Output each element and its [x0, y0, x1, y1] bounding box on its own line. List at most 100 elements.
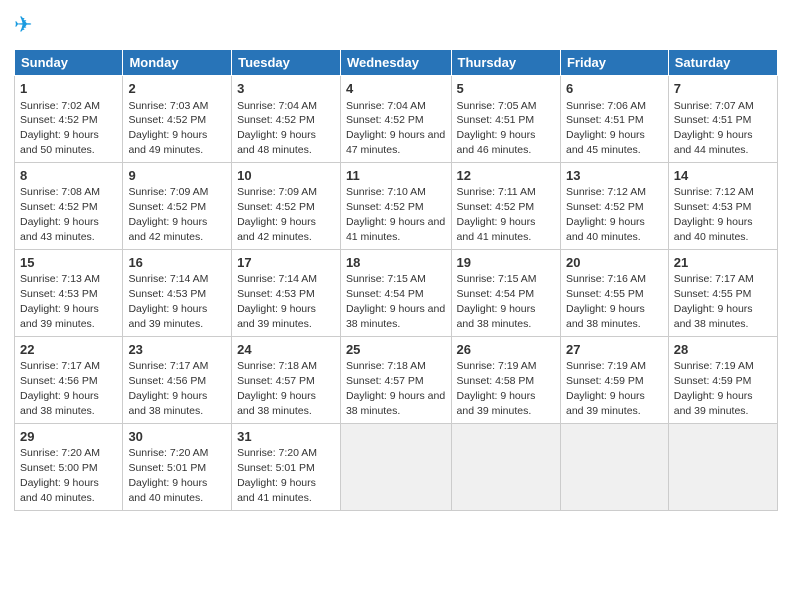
day-number: 9 — [128, 167, 226, 185]
calendar-cell: 29 Sunrise: 7:20 AMSunset: 5:00 PMDaylig… — [15, 423, 123, 510]
day-info: Sunrise: 7:14 AMSunset: 4:53 PMDaylight:… — [128, 273, 208, 330]
calendar-cell: 15 Sunrise: 7:13 AMSunset: 4:53 PMDaylig… — [15, 249, 123, 336]
day-info: Sunrise: 7:17 AMSunset: 4:56 PMDaylight:… — [128, 360, 208, 417]
day-number: 6 — [566, 80, 663, 98]
day-info: Sunrise: 7:19 AMSunset: 4:59 PMDaylight:… — [674, 360, 754, 417]
calendar-day-header: Sunday — [15, 50, 123, 76]
day-info: Sunrise: 7:13 AMSunset: 4:53 PMDaylight:… — [20, 273, 100, 330]
calendar-cell: 18 Sunrise: 7:15 AMSunset: 4:54 PMDaylig… — [340, 249, 451, 336]
day-number: 23 — [128, 341, 226, 359]
day-number: 1 — [20, 80, 117, 98]
day-number: 24 — [237, 341, 335, 359]
calendar-cell: 21 Sunrise: 7:17 AMSunset: 4:55 PMDaylig… — [668, 249, 777, 336]
day-info: Sunrise: 7:17 AMSunset: 4:55 PMDaylight:… — [674, 273, 754, 330]
day-info: Sunrise: 7:18 AMSunset: 4:57 PMDaylight:… — [237, 360, 317, 417]
calendar-cell: 25 Sunrise: 7:18 AMSunset: 4:57 PMDaylig… — [340, 336, 451, 423]
day-number: 18 — [346, 254, 446, 272]
calendar-cell — [560, 423, 668, 510]
calendar-cell: 19 Sunrise: 7:15 AMSunset: 4:54 PMDaylig… — [451, 249, 560, 336]
day-number: 13 — [566, 167, 663, 185]
calendar-cell: 3 Sunrise: 7:04 AMSunset: 4:52 PMDayligh… — [232, 76, 341, 163]
day-info: Sunrise: 7:19 AMSunset: 4:59 PMDaylight:… — [566, 360, 646, 417]
calendar-table: SundayMondayTuesdayWednesdayThursdayFrid… — [14, 49, 778, 511]
calendar-cell: 22 Sunrise: 7:17 AMSunset: 4:56 PMDaylig… — [15, 336, 123, 423]
calendar-cell — [451, 423, 560, 510]
day-info: Sunrise: 7:20 AMSunset: 5:01 PMDaylight:… — [128, 447, 208, 504]
calendar-cell: 20 Sunrise: 7:16 AMSunset: 4:55 PMDaylig… — [560, 249, 668, 336]
calendar-cell: 10 Sunrise: 7:09 AMSunset: 4:52 PMDaylig… — [232, 162, 341, 249]
calendar-day-header: Wednesday — [340, 50, 451, 76]
calendar-cell: 31 Sunrise: 7:20 AMSunset: 5:01 PMDaylig… — [232, 423, 341, 510]
calendar-cell: 27 Sunrise: 7:19 AMSunset: 4:59 PMDaylig… — [560, 336, 668, 423]
calendar-cell: 12 Sunrise: 7:11 AMSunset: 4:52 PMDaylig… — [451, 162, 560, 249]
day-info: Sunrise: 7:16 AMSunset: 4:55 PMDaylight:… — [566, 273, 646, 330]
day-info: Sunrise: 7:07 AMSunset: 4:51 PMDaylight:… — [674, 100, 754, 157]
calendar-cell: 8 Sunrise: 7:08 AMSunset: 4:52 PMDayligh… — [15, 162, 123, 249]
calendar-cell: 17 Sunrise: 7:14 AMSunset: 4:53 PMDaylig… — [232, 249, 341, 336]
calendar-cell: 6 Sunrise: 7:06 AMSunset: 4:51 PMDayligh… — [560, 76, 668, 163]
page-container: ✈ SundayMondayTuesdayWednesdayThursdayFr… — [0, 0, 792, 521]
day-number: 31 — [237, 428, 335, 446]
calendar-cell — [668, 423, 777, 510]
calendar-week-row: 29 Sunrise: 7:20 AMSunset: 5:00 PMDaylig… — [15, 423, 778, 510]
calendar-cell: 5 Sunrise: 7:05 AMSunset: 4:51 PMDayligh… — [451, 76, 560, 163]
day-number: 2 — [128, 80, 226, 98]
day-number: 22 — [20, 341, 117, 359]
calendar-cell: 7 Sunrise: 7:07 AMSunset: 4:51 PMDayligh… — [668, 76, 777, 163]
day-number: 27 — [566, 341, 663, 359]
day-info: Sunrise: 7:09 AMSunset: 4:52 PMDaylight:… — [237, 186, 317, 243]
calendar-day-header: Monday — [123, 50, 232, 76]
calendar-cell: 9 Sunrise: 7:09 AMSunset: 4:52 PMDayligh… — [123, 162, 232, 249]
day-info: Sunrise: 7:11 AMSunset: 4:52 PMDaylight:… — [457, 186, 536, 243]
day-info: Sunrise: 7:06 AMSunset: 4:51 PMDaylight:… — [566, 100, 646, 157]
calendar-day-header: Tuesday — [232, 50, 341, 76]
day-info: Sunrise: 7:20 AMSunset: 5:00 PMDaylight:… — [20, 447, 100, 504]
calendar-day-header: Thursday — [451, 50, 560, 76]
calendar-cell: 24 Sunrise: 7:18 AMSunset: 4:57 PMDaylig… — [232, 336, 341, 423]
day-number: 12 — [457, 167, 555, 185]
calendar-week-row: 22 Sunrise: 7:17 AMSunset: 4:56 PMDaylig… — [15, 336, 778, 423]
day-info: Sunrise: 7:04 AMSunset: 4:52 PMDaylight:… — [237, 100, 317, 157]
day-info: Sunrise: 7:12 AMSunset: 4:52 PMDaylight:… — [566, 186, 646, 243]
calendar-cell: 1 Sunrise: 7:02 AMSunset: 4:52 PMDayligh… — [15, 76, 123, 163]
day-info: Sunrise: 7:15 AMSunset: 4:54 PMDaylight:… — [346, 273, 445, 330]
day-info: Sunrise: 7:10 AMSunset: 4:52 PMDaylight:… — [346, 186, 445, 243]
logo: ✈ — [14, 10, 45, 43]
calendar-cell: 14 Sunrise: 7:12 AMSunset: 4:53 PMDaylig… — [668, 162, 777, 249]
day-number: 19 — [457, 254, 555, 272]
calendar-cell: 4 Sunrise: 7:04 AMSunset: 4:52 PMDayligh… — [340, 76, 451, 163]
day-info: Sunrise: 7:17 AMSunset: 4:56 PMDaylight:… — [20, 360, 100, 417]
day-number: 8 — [20, 167, 117, 185]
day-info: Sunrise: 7:05 AMSunset: 4:51 PMDaylight:… — [457, 100, 537, 157]
day-number: 21 — [674, 254, 772, 272]
calendar-cell: 13 Sunrise: 7:12 AMSunset: 4:52 PMDaylig… — [560, 162, 668, 249]
calendar-cell: 30 Sunrise: 7:20 AMSunset: 5:01 PMDaylig… — [123, 423, 232, 510]
calendar-cell: 28 Sunrise: 7:19 AMSunset: 4:59 PMDaylig… — [668, 336, 777, 423]
day-number: 17 — [237, 254, 335, 272]
day-info: Sunrise: 7:19 AMSunset: 4:58 PMDaylight:… — [457, 360, 537, 417]
day-number: 26 — [457, 341, 555, 359]
calendar-week-row: 8 Sunrise: 7:08 AMSunset: 4:52 PMDayligh… — [15, 162, 778, 249]
day-number: 15 — [20, 254, 117, 272]
day-number: 5 — [457, 80, 555, 98]
calendar-header-row: SundayMondayTuesdayWednesdayThursdayFrid… — [15, 50, 778, 76]
day-number: 11 — [346, 167, 446, 185]
day-info: Sunrise: 7:18 AMSunset: 4:57 PMDaylight:… — [346, 360, 445, 417]
calendar-week-row: 15 Sunrise: 7:13 AMSunset: 4:53 PMDaylig… — [15, 249, 778, 336]
day-number: 25 — [346, 341, 446, 359]
day-info: Sunrise: 7:03 AMSunset: 4:52 PMDaylight:… — [128, 100, 208, 157]
day-number: 30 — [128, 428, 226, 446]
calendar-day-header: Saturday — [668, 50, 777, 76]
day-info: Sunrise: 7:09 AMSunset: 4:52 PMDaylight:… — [128, 186, 208, 243]
svg-text:✈: ✈ — [14, 12, 32, 37]
calendar-cell: 2 Sunrise: 7:03 AMSunset: 4:52 PMDayligh… — [123, 76, 232, 163]
calendar-cell: 11 Sunrise: 7:10 AMSunset: 4:52 PMDaylig… — [340, 162, 451, 249]
day-info: Sunrise: 7:04 AMSunset: 4:52 PMDaylight:… — [346, 100, 445, 157]
day-number: 29 — [20, 428, 117, 446]
calendar-day-header: Friday — [560, 50, 668, 76]
day-number: 28 — [674, 341, 772, 359]
day-number: 10 — [237, 167, 335, 185]
calendar-cell: 23 Sunrise: 7:17 AMSunset: 4:56 PMDaylig… — [123, 336, 232, 423]
calendar-cell — [340, 423, 451, 510]
day-number: 16 — [128, 254, 226, 272]
